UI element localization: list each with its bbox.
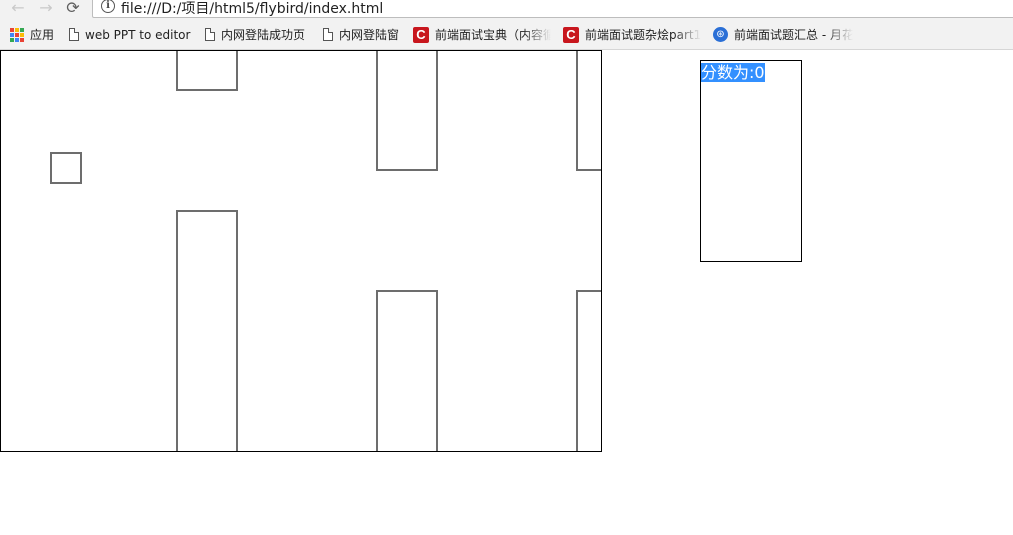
bookmark-apps[interactable]: 应用: [10, 26, 54, 44]
apps-grid-dot: [20, 37, 24, 42]
browser-chrome: ← → ⟳ i file:///D:/项目/html5/flybird/inde…: [0, 0, 1013, 50]
pipe-bottom: [576, 290, 601, 451]
score-panel: 分数为:0: [700, 60, 802, 262]
page-icon: [205, 28, 215, 41]
c-logo-icon: C: [563, 26, 579, 43]
bookmark-frontend-treasure[interactable]: C 前端面试宝典（内容循: [413, 26, 551, 44]
back-arrow-icon[interactable]: ←: [8, 0, 28, 16]
pipe-top: [176, 51, 238, 91]
bookmark-label: 内网登陆成功页: [221, 28, 306, 42]
bookmark-frontend-summary[interactable]: ⊛ 前端面试题汇总 - 月花: [713, 26, 853, 44]
reload-icon[interactable]: ⟳: [63, 0, 83, 16]
page-icon: [69, 28, 79, 41]
bookmarks-bar: 应用 web PPT to editor 内网登陆成功页 内网登陆窗 C 前端面试…: [0, 24, 1013, 46]
pipe-top: [576, 51, 601, 171]
forward-arrow-icon[interactable]: →: [36, 0, 56, 16]
bookmark-intranet-login[interactable]: 内网登陆窗: [323, 26, 399, 44]
bookmark-label: 前端面试题杂烩part1: [585, 28, 701, 42]
page-icon: [323, 28, 333, 41]
blue-circle-icon: ⊛: [713, 27, 728, 42]
apps-grid-dot: [15, 32, 19, 37]
game-canvas[interactable]: [0, 50, 602, 452]
url-text[interactable]: file:///D:/项目/html5/flybird/index.html: [121, 0, 383, 18]
apps-grid-dot: [15, 27, 19, 32]
info-icon[interactable]: i: [101, 0, 115, 13]
pipe-bottom: [176, 210, 238, 451]
pipe-bottom: [376, 290, 438, 451]
bird: [50, 152, 82, 184]
bookmark-intranet-success[interactable]: 内网登陆成功页: [205, 26, 305, 44]
apps-grid-dot: [10, 27, 14, 32]
bookmark-label: 应用: [30, 28, 55, 42]
apps-grid-icon: [10, 27, 24, 42]
bookmark-label: 前端面试题汇总 - 月花: [734, 28, 853, 42]
apps-grid-dot: [15, 37, 19, 42]
apps-grid-dot: [20, 32, 24, 37]
pipe-top: [376, 51, 438, 171]
apps-grid-dot: [10, 37, 14, 42]
c-logo-icon: C: [413, 26, 429, 43]
address-bar[interactable]: i file:///D:/项目/html5/flybird/index.html: [92, 0, 1013, 18]
bookmark-web-ppt[interactable]: web PPT to editor: [69, 26, 190, 44]
bookmark-frontend-mix[interactable]: C 前端面试题杂烩part1: [563, 26, 701, 44]
apps-grid-dot: [10, 32, 14, 37]
bookmark-label: web PPT to editor: [85, 28, 191, 42]
bookmark-label: 内网登陆窗: [339, 28, 400, 42]
apps-grid-dot: [20, 27, 24, 32]
bookmark-label: 前端面试宝典（内容循: [435, 28, 551, 42]
score-label: 分数为:0: [701, 63, 765, 82]
